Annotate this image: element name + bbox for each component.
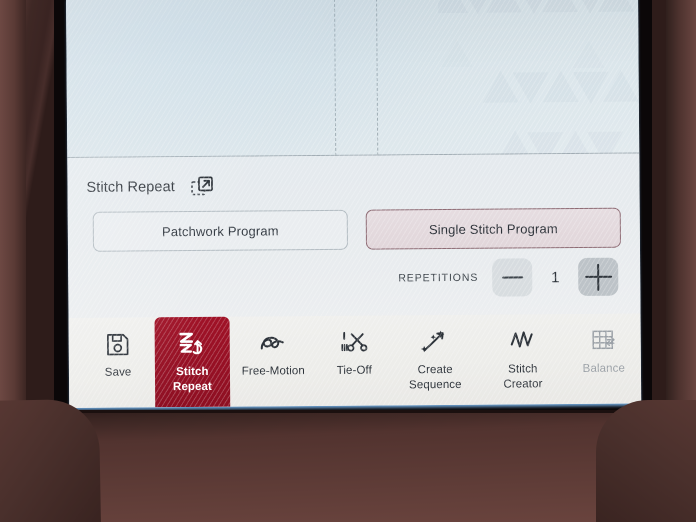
toolbar-label-free-motion: Free-Motion bbox=[241, 365, 305, 378]
label-line-1: Create bbox=[417, 363, 453, 377]
toolbar-label-stitch-creator: Stitch Creator bbox=[503, 362, 542, 391]
panel-header: Stitch Repeat bbox=[86, 175, 215, 200]
stitch-creator-icon bbox=[508, 324, 538, 358]
stitch-guide-line-right bbox=[375, 0, 379, 156]
plus-icon bbox=[585, 263, 612, 290]
label-line-1: Stitch bbox=[508, 363, 538, 376]
toolbar-item-stitch-creator[interactable]: Stitch Creator bbox=[479, 314, 567, 405]
machine-body-lower bbox=[0, 410, 696, 522]
repetitions-stepper: REPETITIONS 1 bbox=[398, 257, 619, 298]
triangle-watermark-icon bbox=[437, 0, 639, 158]
expand-window-icon[interactable] bbox=[191, 175, 215, 199]
stitch-guide-line-left bbox=[333, 0, 337, 156]
bezel-corner-right bbox=[596, 400, 696, 522]
toolbar-item-tie-off[interactable]: Tie-Off bbox=[317, 315, 392, 406]
touchscreen-display[interactable]: Stitch Repeat Patchwork Program Single S… bbox=[66, 0, 642, 408]
label-line-2: Sequence bbox=[408, 378, 462, 391]
toolbar-label-save: Save bbox=[104, 366, 132, 379]
label-line-1: Stitch bbox=[176, 365, 209, 379]
label-line-2: Repeat bbox=[172, 380, 213, 393]
bottom-toolbar: Save Stitch Repeat Free-Motion Tie-Off C… bbox=[68, 313, 642, 408]
program-selector: Patchwork Program Single Stitch Program bbox=[92, 207, 621, 252]
page-title: Stitch Repeat bbox=[86, 179, 175, 196]
single-stitch-program-button[interactable]: Single Stitch Program bbox=[365, 207, 621, 250]
create-sequence-icon bbox=[419, 325, 451, 359]
bezel-left-edge bbox=[0, 0, 26, 430]
stitch-preview-area[interactable] bbox=[66, 0, 640, 158]
repetitions-increase-button[interactable] bbox=[578, 257, 619, 296]
toolbar-item-create-sequence[interactable]: Create Sequence bbox=[391, 315, 479, 406]
stitch-repeat-icon bbox=[177, 327, 207, 361]
label-line-2: Creator bbox=[503, 377, 543, 391]
bezel-right-edge bbox=[666, 0, 696, 430]
balance-grid-icon bbox=[589, 324, 617, 358]
machine-bezel: Stitch Repeat Patchwork Program Single S… bbox=[0, 0, 696, 522]
repetitions-decrease-button[interactable] bbox=[492, 258, 533, 297]
repetitions-label: REPETITIONS bbox=[398, 271, 479, 285]
floppy-disk-icon bbox=[105, 328, 131, 362]
patchwork-program-button[interactable]: Patchwork Program bbox=[92, 209, 349, 252]
tie-off-icon bbox=[339, 326, 369, 360]
toolbar-item-free-motion[interactable]: Free-Motion bbox=[229, 316, 317, 407]
toolbar-item-stitch-repeat[interactable]: Stitch Repeat bbox=[154, 316, 230, 408]
free-motion-icon bbox=[256, 326, 290, 360]
toolbar-label-balance: Balance bbox=[582, 362, 625, 375]
repetitions-value[interactable]: 1 bbox=[541, 269, 569, 286]
toolbar-label-stitch-repeat: Stitch Repeat bbox=[173, 365, 212, 394]
toolbar-label-create-sequence: Create Sequence bbox=[409, 363, 462, 392]
toolbar-item-save[interactable]: Save bbox=[81, 317, 156, 408]
stitch-repeat-panel: Stitch Repeat Patchwork Program Single S… bbox=[67, 153, 641, 318]
toolbar-label-tie-off: Tie-Off bbox=[336, 364, 372, 377]
minus-icon bbox=[501, 276, 523, 279]
bezel-corner-left bbox=[0, 398, 102, 522]
toolbar-item-balance[interactable]: Balance bbox=[566, 313, 641, 404]
